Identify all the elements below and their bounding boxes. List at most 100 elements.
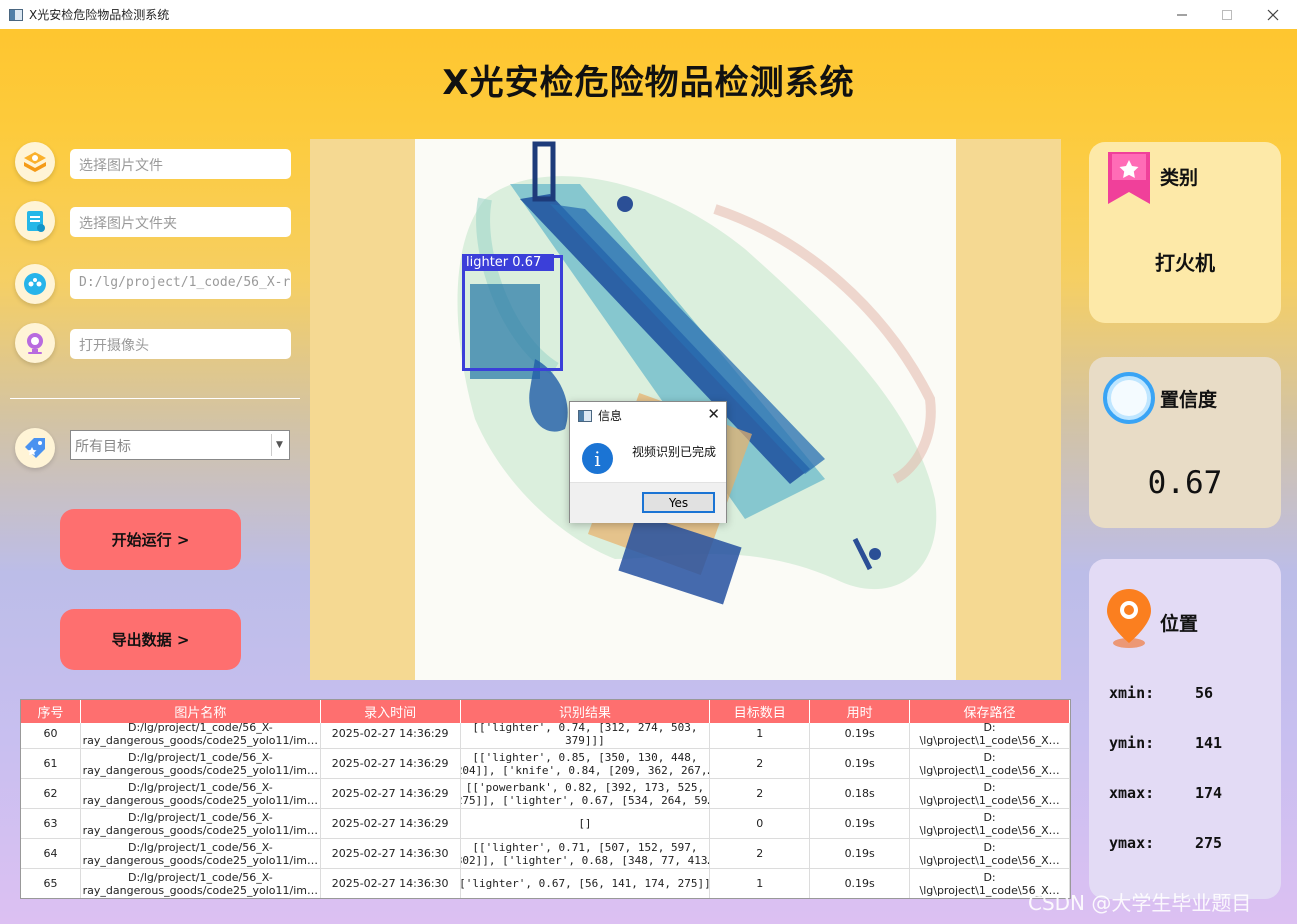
cell-path: D: \lg\project\1_code\56_X… [910,749,1070,778]
xmax-row: xmax: 174 [1109,784,1222,802]
cell-id: 61 [21,749,81,778]
cell-duration: 0.18s [810,779,911,808]
image-file-icon[interactable] [15,142,55,182]
results-table[interactable]: 序号 图片名称 录入时间 识别结果 目标数目 用时 保存路径 60 D:/lg/… [20,699,1071,899]
cell-name: D:/lg/project/1_code/56_X- ray_dangerous… [81,749,321,778]
cell-count: 2 [710,779,811,808]
table-row[interactable]: 62 D:/lg/project/1_code/56_X- ray_danger… [21,779,1070,809]
window-titlebar: X光安检危险物品检测系统 [0,0,1297,29]
table-row[interactable]: 65 D:/lg/project/1_code/56_X- ray_danger… [21,869,1070,898]
window-title: X光安检危险物品检测系统 [29,8,170,22]
xmax-label: xmax: [1109,784,1155,802]
cell-count: 2 [710,749,811,778]
ymax-value: 275 [1195,834,1223,852]
cell-name: D:/lg/project/1_code/56_X- ray_dangerous… [81,869,321,898]
xmax-value: 174 [1195,784,1223,802]
header-duration-overlay: 用时 [810,700,911,723]
confidence-ring-icon [1102,371,1156,429]
table-row[interactable]: 61 D:/lg/project/1_code/56_X- ray_danger… [21,749,1070,779]
cell-result: [['lighter', 0.67, [56, 141, 174, 275]]] [461,869,711,898]
table-row[interactable]: 63 D:/lg/project/1_code/56_X- ray_danger… [21,809,1070,839]
export-button[interactable]: 导出数据 > [60,609,241,670]
header-index-overlay: 序号 [21,700,81,723]
confidence-title: 置信度 [1160,389,1218,411]
chevron-down-icon[interactable]: ▼ [271,434,287,456]
image-folder-input[interactable]: 选择图片文件夹 [70,207,291,237]
cell-duration: 0.19s [810,749,911,778]
category-value: 打火机 [1155,251,1215,275]
image-file-input[interactable]: 选择图片文件 [70,149,291,179]
cell-path: D: \lg\project\1_code\56_X… [910,809,1070,838]
cell-id: 64 [21,839,81,868]
dialog-message: 视频识别已完成 [632,445,717,459]
close-button[interactable] [1250,0,1296,29]
header-result-overlay: 识别结果 [461,700,711,723]
cell-name: D:/lg/project/1_code/56_X- ray_dangerous… [81,779,321,808]
maximize-button[interactable] [1204,0,1250,29]
ymin-row: ymin: 141 [1109,734,1222,752]
minimize-button[interactable] [1159,0,1205,29]
target-select[interactable]: 所有目标 ▼ [70,430,290,460]
cell-time: 2025-02-27 14:36:29 [321,809,461,838]
header-target-count-overlay: 目标数目 [710,700,811,723]
cell-id: 63 [21,809,81,838]
dialog-footer: Yes [570,482,726,523]
header-save-path-overlay: 保存路径 [910,700,1070,723]
image-folder-icon[interactable] [15,201,55,241]
cell-count: 1 [710,719,811,748]
xmin-row: xmin: 56 [1109,684,1213,702]
video-path-input[interactable]: D:/lg/project/1_code/56_X-r [70,269,291,299]
cell-name: D:/lg/project/1_code/56_X- ray_dangerous… [81,839,321,868]
start-button[interactable]: 开始运行 > [60,509,241,570]
xmin-label: xmin: [1109,684,1155,702]
cell-time: 2025-02-27 14:36:29 [321,719,461,748]
detection-label: lighter 0.67 [462,254,554,271]
confidence-card: 置信度 0.67 [1089,357,1281,528]
cell-count: 2 [710,839,811,868]
ymax-label: ymax: [1109,834,1155,852]
cell-name: D:/lg/project/1_code/56_X- ray_dangerous… [81,809,321,838]
cell-count: 0 [710,809,811,838]
cell-duration: 0.19s [810,869,911,898]
info-icon: i [582,443,613,474]
header-image-name-overlay: 图片名称 [81,700,321,723]
app-window-icon [9,8,23,21]
cell-result: [['lighter', 0.74, [312, 274, 503, 379]]… [461,719,711,748]
cell-id: 65 [21,869,81,898]
ymin-value: 141 [1195,734,1223,752]
dialog-titlebar: 信息 [570,402,726,429]
category-card: 类别 打火机 [1089,142,1281,323]
cell-id: 62 [21,779,81,808]
cell-result: [['powerbank', 0.82, [392, 173, 525, 275… [461,779,711,808]
cell-result: [['lighter', 0.71, [507, 152, 597, 302]]… [461,839,711,868]
target-select-value: 所有目标 [75,439,131,455]
dialog-title: 信息 [598,409,623,423]
detection-bounding-box [462,255,563,371]
dialog-close-icon[interactable]: ✕ [707,405,720,423]
camera-input[interactable]: 打开摄像头 [70,329,291,359]
cell-count: 1 [710,869,811,898]
header-entry-time-overlay: 录入时间 [321,700,461,723]
table-header-overlay: 序号 图片名称 录入时间 识别结果 目标数目 用时 保存路径 [21,700,1070,723]
camera-icon[interactable] [15,323,55,363]
cell-path: D: \lg\project\1_code\56_X… [910,719,1070,748]
cell-time: 2025-02-27 14:36:29 [321,749,461,778]
location-pin-icon [1104,587,1154,653]
xmin-value: 56 [1195,684,1214,702]
cell-time: 2025-02-27 14:36:30 [321,839,461,868]
video-file-icon[interactable] [15,264,55,304]
cell-id: 60 [21,719,81,748]
table-row[interactable]: 64 D:/lg/project/1_code/56_X- ray_danger… [21,839,1070,869]
dialog-window-icon [578,409,592,422]
left-divider [10,398,300,399]
cell-path: D: \lg\project\1_code\56_X… [910,779,1070,808]
cell-name: D:/lg/project/1_code/56_X- ray_dangerous… [81,719,321,748]
position-title: 位置 [1160,613,1199,635]
table-row[interactable]: 60 D:/lg/project/1_code/56_X- ray_danger… [21,719,1070,749]
cell-path: D: \lg\project\1_code\56_X… [910,839,1070,868]
confidence-value: 0.67 [1147,465,1223,501]
cell-time: 2025-02-27 14:36:29 [321,779,461,808]
app-title: X光安检危险物品检测系统 [442,63,855,103]
ymin-label: ymin: [1109,734,1155,752]
yes-button[interactable]: Yes [642,492,715,513]
